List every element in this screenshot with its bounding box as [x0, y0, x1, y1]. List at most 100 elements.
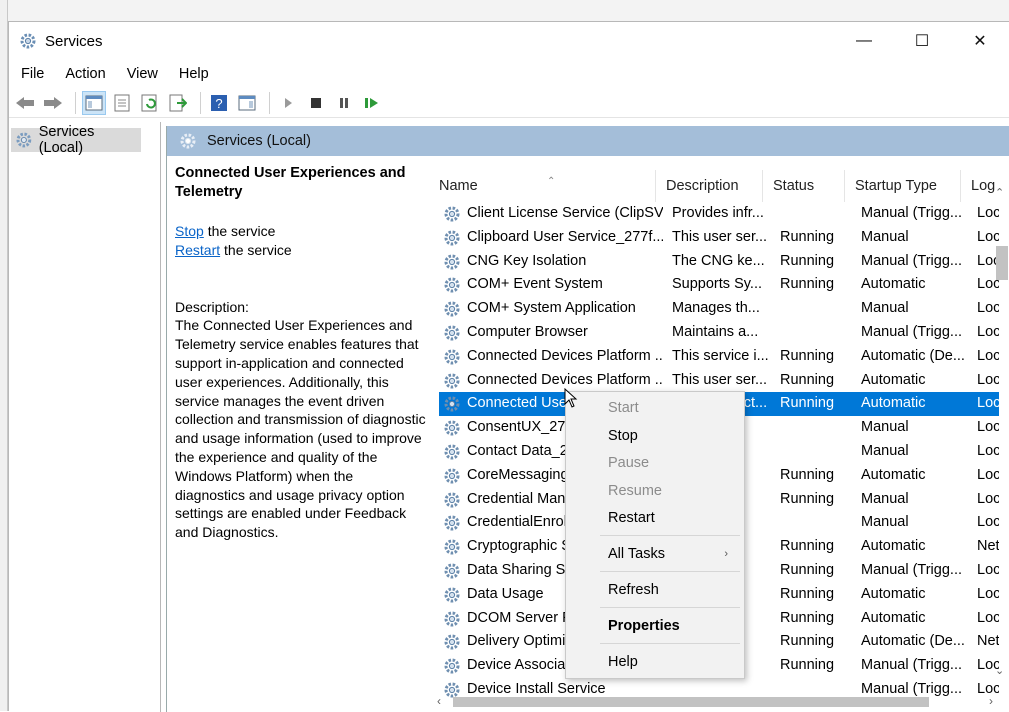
start-service-icon[interactable]	[276, 91, 300, 115]
pane-header-title: Services (Local)	[207, 133, 311, 149]
service-startup-type: Automatic	[861, 464, 965, 488]
column-header-name[interactable]: ⌃Name	[429, 170, 656, 202]
menu-view[interactable]: View	[115, 62, 167, 86]
pause-service-icon[interactable]	[332, 91, 356, 115]
service-status: Running	[780, 392, 856, 416]
background-window-edge	[0, 0, 8, 711]
service-status: Running	[780, 488, 856, 512]
column-header-log-on-as[interactable]: Log	[961, 170, 993, 202]
service-status: Running	[780, 345, 856, 369]
service-description-cell: The CNG ke...	[672, 250, 770, 274]
context-menu-all-tasks[interactable]: All Tasks›	[566, 541, 744, 567]
menu-help[interactable]: Help	[167, 62, 218, 86]
stop-service-icon[interactable]	[304, 91, 328, 115]
service-startup-type: Automatic	[861, 392, 965, 416]
service-startup-type: Automatic	[861, 607, 965, 631]
context-menu-start[interactable]: Start	[566, 395, 744, 421]
background-window-top	[8, 0, 1009, 22]
table-row[interactable]: Client License Service (ClipSV...Provide…	[439, 202, 999, 226]
context-menu-separator	[600, 571, 740, 572]
restart-link-suffix: the service	[220, 242, 292, 258]
forward-icon[interactable]	[41, 91, 65, 115]
title-bar[interactable]: Services — ☐ ✕	[9, 22, 1009, 60]
service-startup-type: Manual	[861, 416, 965, 440]
context-menu-resume[interactable]: Resume	[566, 478, 744, 504]
context-menu-stop[interactable]: Stop	[566, 423, 744, 449]
service-description-cell: This user ser...	[672, 369, 770, 393]
service-startup-type: Manual	[861, 226, 965, 250]
service-name: COM+ System Application	[467, 297, 663, 321]
stop-link-suffix: the service	[204, 223, 276, 239]
vertical-scrollbar[interactable]: ⌃ ⌄	[993, 186, 1009, 706]
show-console-tree-icon[interactable]	[82, 91, 106, 115]
properties-sheet-icon[interactable]	[110, 91, 134, 115]
stop-service-link[interactable]: Stop	[175, 223, 204, 239]
service-status: Running	[780, 464, 856, 488]
scroll-up-icon[interactable]: ⌃	[995, 186, 1004, 199]
service-status: Running	[780, 654, 856, 678]
scroll-down-icon[interactable]: ⌄	[995, 664, 1004, 677]
context-menu-separator	[600, 535, 740, 536]
tree-item-services-local[interactable]: Services (Local)	[11, 128, 141, 152]
service-startup-type: Manual (Trigg...	[861, 321, 965, 345]
context-menu-help[interactable]: Help	[566, 649, 744, 675]
service-name: Clipboard User Service_277f...	[467, 226, 663, 250]
submenu-arrow-icon: ›	[724, 541, 728, 567]
menu-action[interactable]: Action	[53, 62, 114, 86]
help-icon[interactable]: ?	[207, 91, 231, 115]
service-startup-type: Manual	[861, 488, 965, 512]
service-status: Running	[780, 226, 856, 250]
toolbar-separator	[75, 92, 76, 114]
column-header-startup-type[interactable]: Startup Type	[845, 170, 961, 202]
context-menu-refresh[interactable]: Refresh	[566, 577, 744, 603]
service-startup-type: Manual (Trigg...	[861, 250, 965, 274]
show-action-pane-icon[interactable]	[235, 91, 259, 115]
export-list-icon[interactable]	[166, 91, 190, 115]
sort-ascending-icon: ⌃	[547, 166, 555, 198]
service-name: Connected Devices Platform ...	[467, 345, 663, 369]
vertical-scroll-thumb[interactable]	[996, 246, 1008, 280]
back-icon[interactable]	[13, 91, 37, 115]
scroll-left-icon[interactable]: ‹	[437, 694, 441, 708]
context-menu-pause[interactable]: Pause	[566, 450, 744, 476]
table-row[interactable]: Connected Devices Platform ...This servi…	[439, 345, 999, 369]
close-button[interactable]: ✕	[951, 22, 1009, 60]
service-name: Computer Browser	[467, 321, 663, 345]
context-menu-restart[interactable]: Restart	[566, 505, 744, 531]
column-header-description[interactable]: Description	[656, 170, 763, 202]
service-startup-type: Automatic	[861, 369, 965, 393]
context-menu: Start Stop Pause Resume Restart All Task…	[565, 391, 745, 679]
context-menu-properties[interactable]: Properties	[566, 613, 744, 639]
table-row[interactable]: COM+ System ApplicationManages th...Manu…	[439, 297, 999, 321]
context-menu-separator	[600, 607, 740, 608]
service-startup-type: Automatic	[861, 535, 965, 559]
service-startup-type: Automatic (De...	[861, 630, 965, 654]
scroll-right-icon[interactable]: ›	[989, 694, 993, 708]
menu-file[interactable]: File	[9, 62, 53, 86]
restart-service-icon[interactable]	[360, 91, 384, 115]
description-label: Description:	[175, 298, 427, 317]
horizontal-scrollbar[interactable]: ‹ ›	[429, 692, 993, 712]
table-row[interactable]: Computer BrowserMaintains a...Manual (Tr…	[439, 321, 999, 345]
column-header-status[interactable]: Status	[763, 170, 845, 202]
table-row[interactable]: COM+ Event SystemSupports Sy...RunningAu…	[439, 273, 999, 297]
selected-service-title: Connected User Experiences and Telemetry	[175, 164, 427, 202]
toolbar-separator	[269, 92, 270, 114]
context-menu-separator	[600, 643, 740, 644]
restart-service-link[interactable]: Restart	[175, 242, 220, 258]
service-name: Client License Service (ClipSV...	[467, 202, 663, 226]
window-title: Services	[45, 33, 103, 50]
table-row[interactable]: Clipboard User Service_277f...This user …	[439, 226, 999, 250]
table-row[interactable]: Connected Devices Platform ...This user …	[439, 369, 999, 393]
service-status: Running	[780, 369, 856, 393]
service-startup-type: Manual (Trigg...	[861, 559, 965, 583]
minimize-button[interactable]: —	[835, 22, 893, 60]
services-gear-icon	[15, 131, 33, 149]
service-status: Running	[780, 583, 856, 607]
maximize-button[interactable]: ☐	[893, 22, 951, 60]
service-status: Running	[780, 250, 856, 274]
refresh-icon[interactable]	[138, 91, 162, 115]
service-description-cell: Supports Sy...	[672, 273, 770, 297]
horizontal-scroll-thumb[interactable]	[453, 697, 929, 707]
table-row[interactable]: CNG Key IsolationThe CNG ke...RunningMan…	[439, 250, 999, 274]
